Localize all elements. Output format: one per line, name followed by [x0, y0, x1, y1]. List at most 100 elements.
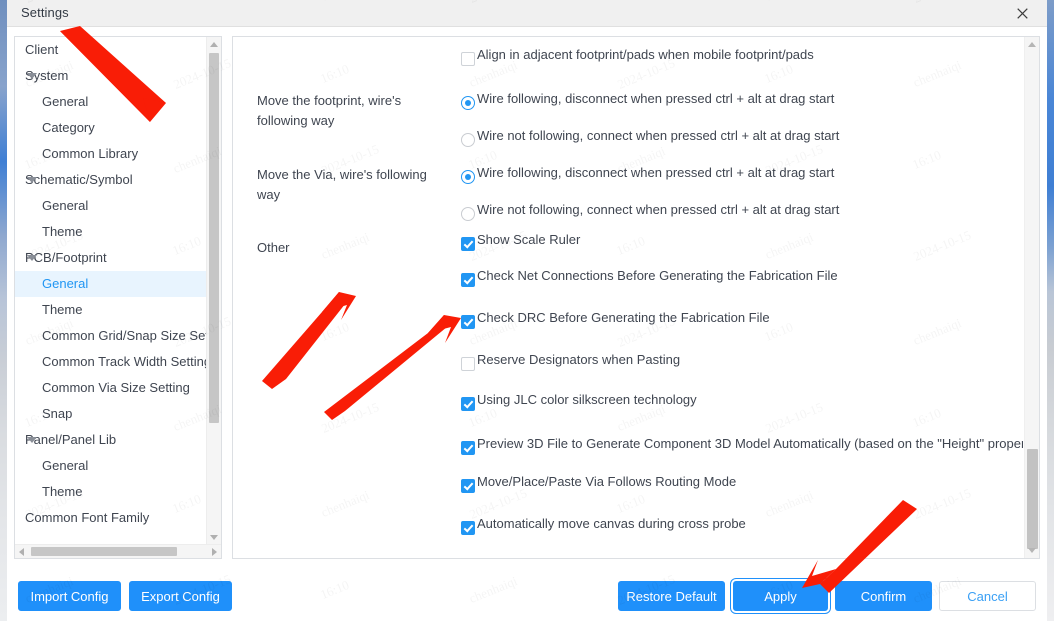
settings-scrollbar-thumb[interactable]: [1027, 449, 1038, 549]
chevron-down-icon[interactable]: [27, 437, 37, 443]
option-label: Automatically move canvas during cross p…: [477, 516, 746, 531]
radio-label: Wire following, disconnect when pressed …: [477, 165, 835, 180]
option-label: Check Net Connections Before Generating …: [477, 268, 838, 283]
dialog-title: Settings: [21, 5, 69, 20]
settings-scroll-area: Align in adjacent footprint/pads when mo…: [233, 37, 1023, 558]
checkbox-input[interactable]: [461, 236, 475, 251]
radio-footprint-not-following[interactable]: [461, 132, 475, 147]
sidebar-item-label: General: [42, 276, 89, 291]
scroll-up-icon[interactable]: [210, 42, 218, 47]
radio-via-following[interactable]: [461, 169, 475, 184]
sidebar-item-common-via-size-setting[interactable]: Common Via Size Setting: [15, 375, 207, 401]
option-move-place-paste-via-follows-routing-mode[interactable]: Move/Place/Paste Via Follows Routing Mod…: [461, 474, 737, 493]
radio-via-not-following[interactable]: [461, 206, 475, 221]
dialog-footer: Import Config Export Config Restore Defa…: [7, 567, 1047, 621]
form-label-other: Other: [257, 240, 290, 255]
checkbox-input[interactable]: [461, 440, 475, 455]
option-label: Preview 3D File to Generate Component 3D…: [477, 436, 1023, 451]
settings-vertical-scrollbar[interactable]: [1024, 37, 1039, 558]
checkbox-input[interactable]: [461, 520, 475, 535]
scroll-down-icon[interactable]: [210, 535, 218, 540]
chevron-down-icon[interactable]: [27, 177, 37, 183]
tree-vertical-scrollbar[interactable]: [206, 37, 221, 545]
chevron-down-icon[interactable]: [27, 73, 37, 79]
tree-hscrollbar-thumb[interactable]: [31, 547, 177, 556]
sidebar-item-label: General: [42, 94, 89, 109]
checkbox-input[interactable]: [461, 356, 475, 371]
radio-footprint-following[interactable]: [461, 95, 475, 110]
dialog-body: Client System General Category Common Librar…: [7, 27, 1047, 567]
restore-default-button[interactable]: Restore Default: [618, 581, 725, 611]
option-align-adjacent-footprint[interactable]: Align in adjacent footprint/pads when mo…: [461, 47, 814, 66]
dialog-titlebar: Settings: [7, 0, 1047, 27]
form-label-move-via: Move the Via, wire's following way: [257, 167, 427, 202]
sidebar-item-label: Common Via Size Setting: [42, 380, 190, 395]
sidebar-item-label: Theme: [42, 302, 83, 317]
chevron-down-icon[interactable]: [27, 255, 37, 261]
sidebar-item-label: Theme: [42, 224, 83, 239]
tree-scrollbar-thumb[interactable]: [209, 53, 219, 423]
option-label: Move/Place/Paste Via Follows Routing Mod…: [477, 474, 737, 489]
confirm-button[interactable]: Confirm: [835, 581, 932, 611]
sidebar-item-panel-panel-lib[interactable]: Panel/Panel Lib: [15, 427, 207, 453]
radio-option-footprint-wire-following[interactable]: Wire following, disconnect when pressed …: [461, 91, 835, 110]
option-check-drc-before-generating-the-fabrication-file[interactable]: Check DRC Before Generating the Fabricat…: [461, 310, 770, 329]
apply-button[interactable]: Apply: [733, 581, 828, 611]
checkbox-input[interactable]: [461, 396, 475, 411]
export-config-button[interactable]: Export Config: [129, 581, 232, 611]
sidebar-item-theme[interactable]: Theme: [15, 297, 207, 323]
radio-label: Wire not following, connect when pressed…: [477, 202, 840, 217]
scroll-right-icon[interactable]: [212, 548, 217, 556]
sidebar-item-general[interactable]: General: [15, 453, 207, 479]
option-reserve-designators-when-pasting[interactable]: Reserve Designators when Pasting: [461, 352, 681, 371]
checkbox-input[interactable]: [461, 478, 475, 493]
option-label: Align in adjacent footprint/pads when mo…: [477, 47, 814, 62]
tree-horizontal-scrollbar[interactable]: [15, 544, 221, 558]
settings-category-tree: Client System General Category Common Librar…: [14, 36, 222, 559]
option-label: Reserve Designators when Pasting: [477, 352, 681, 367]
close-icon[interactable]: [1005, 0, 1039, 26]
checkbox-input[interactable]: [461, 314, 475, 329]
option-automatically-move-canvas-during-cross-probe[interactable]: Automatically move canvas during cross p…: [461, 516, 746, 535]
sidebar-item-label: Category: [42, 120, 95, 135]
cancel-button[interactable]: Cancel: [939, 581, 1036, 611]
sidebar-item-theme[interactable]: Theme: [15, 219, 207, 245]
settings-dialog: Settings Client System General Category Comm…: [7, 0, 1047, 621]
option-preview-3d-file-to-generate-component-3d-model-a[interactable]: Preview 3D File to Generate Component 3D…: [461, 436, 1023, 455]
sidebar-item-general[interactable]: General: [15, 271, 207, 297]
sidebar-item-common-library[interactable]: Common Library: [15, 141, 207, 167]
scroll-left-icon[interactable]: [19, 548, 24, 556]
sidebar-item-pcb-footprint[interactable]: PCB/Footprint: [15, 245, 207, 271]
settings-detail-panel: Align in adjacent footprint/pads when mo…: [232, 36, 1040, 559]
sidebar-item-label: System: [25, 68, 69, 83]
scroll-up-icon[interactable]: [1028, 42, 1036, 47]
option-label: Check DRC Before Generating the Fabricat…: [477, 310, 770, 325]
import-config-button[interactable]: Import Config: [18, 581, 121, 611]
option-check-net-connections-before-generating-the-fabr[interactable]: Check Net Connections Before Generating …: [461, 268, 838, 287]
radio-option-footprint-wire-not-following[interactable]: Wire not following, connect when pressed…: [461, 128, 839, 147]
tree-scroll-area[interactable]: Client System General Category Common Librar…: [15, 37, 207, 545]
checkbox-align-adjacent-footprint[interactable]: [461, 51, 475, 66]
scroll-down-icon[interactable]: [1028, 548, 1036, 553]
checkbox-input[interactable]: [461, 272, 475, 287]
radio-option-via-wire-not-following[interactable]: Wire not following, connect when pressed…: [461, 202, 840, 221]
sidebar-item-general[interactable]: General: [15, 89, 207, 115]
sidebar-item-client[interactable]: Client: [15, 37, 207, 63]
sidebar-item-general[interactable]: General: [15, 193, 207, 219]
sidebar-item-common-font-family[interactable]: Common Font Family: [15, 505, 207, 531]
sidebar-item-label: Common Font Family: [25, 510, 150, 525]
sidebar-item-category[interactable]: Category: [15, 115, 207, 141]
radio-option-via-wire-following[interactable]: Wire following, disconnect when pressed …: [461, 165, 835, 184]
sidebar-item-common-track-width-setting[interactable]: Common Track Width Setting: [15, 349, 207, 375]
sidebar-item-snap[interactable]: Snap: [15, 401, 207, 427]
option-using-jlc-color-silkscreen-technology[interactable]: Using JLC color silkscreen technology: [461, 392, 697, 411]
sidebar-item-theme[interactable]: Theme: [15, 479, 207, 505]
sidebar-item-schematic-symbol[interactable]: Schematic/Symbol: [15, 167, 207, 193]
sidebar-item-system[interactable]: System: [15, 63, 207, 89]
radio-label: Wire following, disconnect when pressed …: [477, 91, 835, 106]
sidebar-item-common-grid-snap-size-setting[interactable]: Common Grid/Snap Size Setting: [15, 323, 207, 349]
option-show-scale-ruler[interactable]: Show Scale Ruler: [461, 232, 580, 251]
settings-dialog-screen: Settings Client System General Category Comm…: [0, 0, 1054, 621]
sidebar-item-label: Snap: [42, 406, 73, 421]
sidebar-item-label: Theme: [42, 484, 83, 499]
